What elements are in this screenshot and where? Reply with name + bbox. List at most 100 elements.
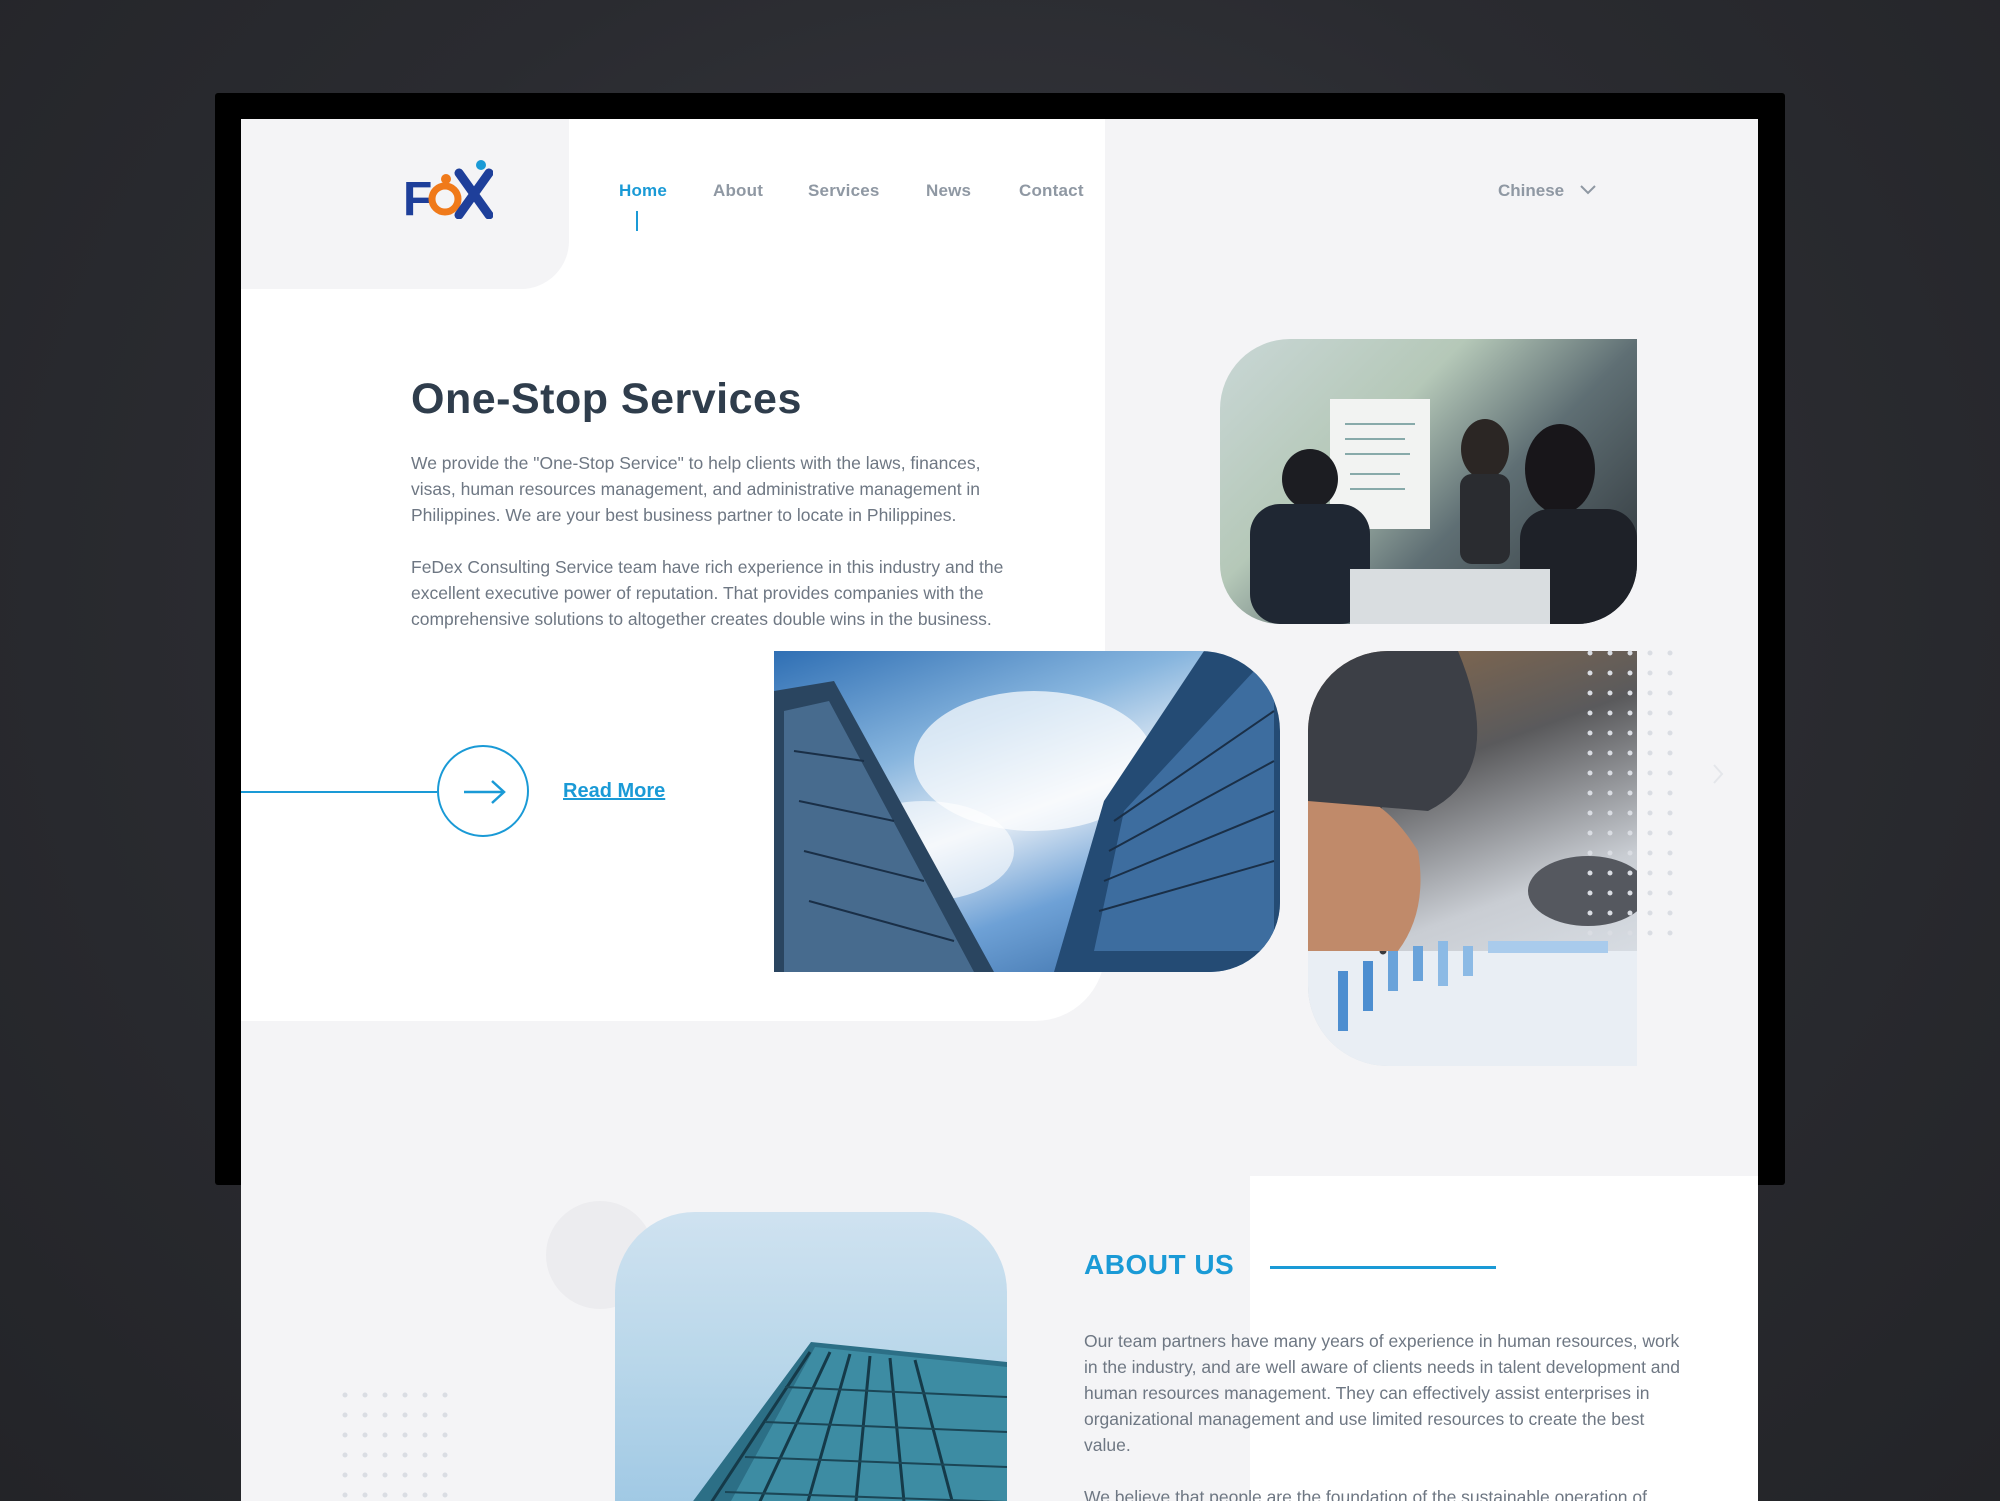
decor-dot	[1647, 650, 1653, 656]
decor-dot	[1607, 670, 1613, 676]
decor-dot	[442, 1492, 448, 1498]
decor-dot	[1627, 870, 1633, 876]
decor-dot	[1627, 850, 1633, 856]
language-select[interactable]: Chinese	[1498, 181, 1564, 201]
about-title: ABOUT US	[1084, 1249, 1235, 1280]
decor-dot	[362, 1492, 368, 1498]
decor-dot	[1607, 850, 1613, 856]
decor-dot	[422, 1392, 428, 1398]
dot-pattern-right	[1587, 650, 1673, 936]
decor-dot	[1607, 930, 1613, 936]
decor-dot	[1647, 810, 1653, 816]
nav-about[interactable]: About	[713, 181, 763, 201]
decor-dot	[1667, 850, 1673, 856]
decor-dot	[1667, 830, 1673, 836]
decor-dot	[1627, 770, 1633, 776]
nav-contact[interactable]: Contact	[1019, 181, 1084, 201]
decor-dot	[1587, 730, 1593, 736]
decor-dot	[1607, 830, 1613, 836]
hero-title: One-Stop Services	[411, 375, 802, 423]
decor-dot	[402, 1432, 408, 1438]
nav-active-indicator	[636, 211, 638, 231]
read-more-button[interactable]	[437, 745, 529, 837]
hero-paragraph-1: We provide the "One-Stop Service" to hel…	[411, 453, 981, 525]
decor-dot	[402, 1452, 408, 1458]
decor-dot	[422, 1472, 428, 1478]
decor-dot	[1667, 790, 1673, 796]
decor-dot	[1607, 710, 1613, 716]
decor-dot	[1587, 870, 1593, 876]
decor-dot	[1647, 830, 1653, 836]
decor-dot	[1667, 770, 1673, 776]
about-underline	[1270, 1266, 1496, 1269]
decor-dot	[1647, 910, 1653, 916]
about-paragraph-1: Our team partners have many years of exp…	[1084, 1331, 1681, 1455]
decor-dot	[1587, 790, 1593, 796]
decor-dot	[1587, 850, 1593, 856]
arrow-right-icon	[464, 780, 506, 804]
decor-dot	[1587, 650, 1593, 656]
glass-buildings-photo	[774, 651, 1280, 972]
decor-dot	[1647, 790, 1653, 796]
decor-dot	[1607, 790, 1613, 796]
decor-dot	[442, 1472, 448, 1478]
decor-dot	[1647, 770, 1653, 776]
svg-text:F: F	[403, 173, 432, 219]
decor-dot	[402, 1492, 408, 1498]
decor-dot	[1627, 710, 1633, 716]
decor-dot	[442, 1392, 448, 1398]
nav-news[interactable]: News	[926, 181, 971, 201]
decor-dot	[382, 1472, 388, 1478]
decor-dot	[1607, 730, 1613, 736]
decor-dot	[1607, 870, 1613, 876]
decor-dot	[362, 1432, 368, 1438]
decor-dot	[1647, 890, 1653, 896]
decor-dot	[402, 1472, 408, 1478]
decor-dot	[1627, 750, 1633, 756]
decor-dot	[1587, 770, 1593, 776]
business-meeting-photo	[1220, 339, 1637, 624]
decor-dot	[1587, 750, 1593, 756]
decor-dot	[422, 1412, 428, 1418]
decor-dot	[1587, 830, 1593, 836]
decor-dot	[1647, 710, 1653, 716]
decor-dot	[362, 1452, 368, 1458]
decor-dot	[1627, 790, 1633, 796]
decor-dot	[1667, 650, 1673, 656]
decor-dot	[362, 1392, 368, 1398]
decor-dot	[1607, 690, 1613, 696]
decor-dot	[342, 1452, 348, 1458]
chevron-down-icon[interactable]	[1579, 183, 1597, 197]
dot-pattern-left	[342, 1392, 448, 1498]
decor-dot	[1627, 910, 1633, 916]
nav-home[interactable]: Home	[619, 181, 667, 201]
decor-dot	[1607, 890, 1613, 896]
fox-logo[interactable]: F	[403, 157, 493, 219]
decor-dot	[1667, 690, 1673, 696]
decor-dot	[382, 1412, 388, 1418]
decor-dot	[402, 1392, 408, 1398]
decor-dot	[1627, 930, 1633, 936]
decor-dot	[1587, 710, 1593, 716]
decor-dot	[1587, 890, 1593, 896]
decor-dot	[1607, 810, 1613, 816]
decor-dot	[342, 1412, 348, 1418]
decor-dot	[1627, 890, 1633, 896]
decor-dot	[342, 1392, 348, 1398]
decor-dot	[1607, 910, 1613, 916]
decor-dot	[442, 1452, 448, 1458]
decor-dot	[1647, 670, 1653, 676]
decor-dot	[1627, 730, 1633, 736]
decor-dot	[1667, 890, 1673, 896]
chevron-right-icon[interactable]	[1711, 762, 1725, 786]
decor-dot	[1587, 810, 1593, 816]
decor-dot	[362, 1412, 368, 1418]
logo-area: F	[241, 119, 569, 289]
decor-dot	[382, 1492, 388, 1498]
about-paragraph-2: We believe that people are the foundatio…	[1084, 1487, 1647, 1501]
hero-paragraph-2: FeDex Consulting Service team have rich …	[411, 557, 1004, 629]
decor-dot	[1587, 670, 1593, 676]
decor-dot	[1607, 750, 1613, 756]
read-more-link[interactable]: Read More	[563, 780, 665, 803]
nav-services[interactable]: Services	[808, 181, 880, 201]
